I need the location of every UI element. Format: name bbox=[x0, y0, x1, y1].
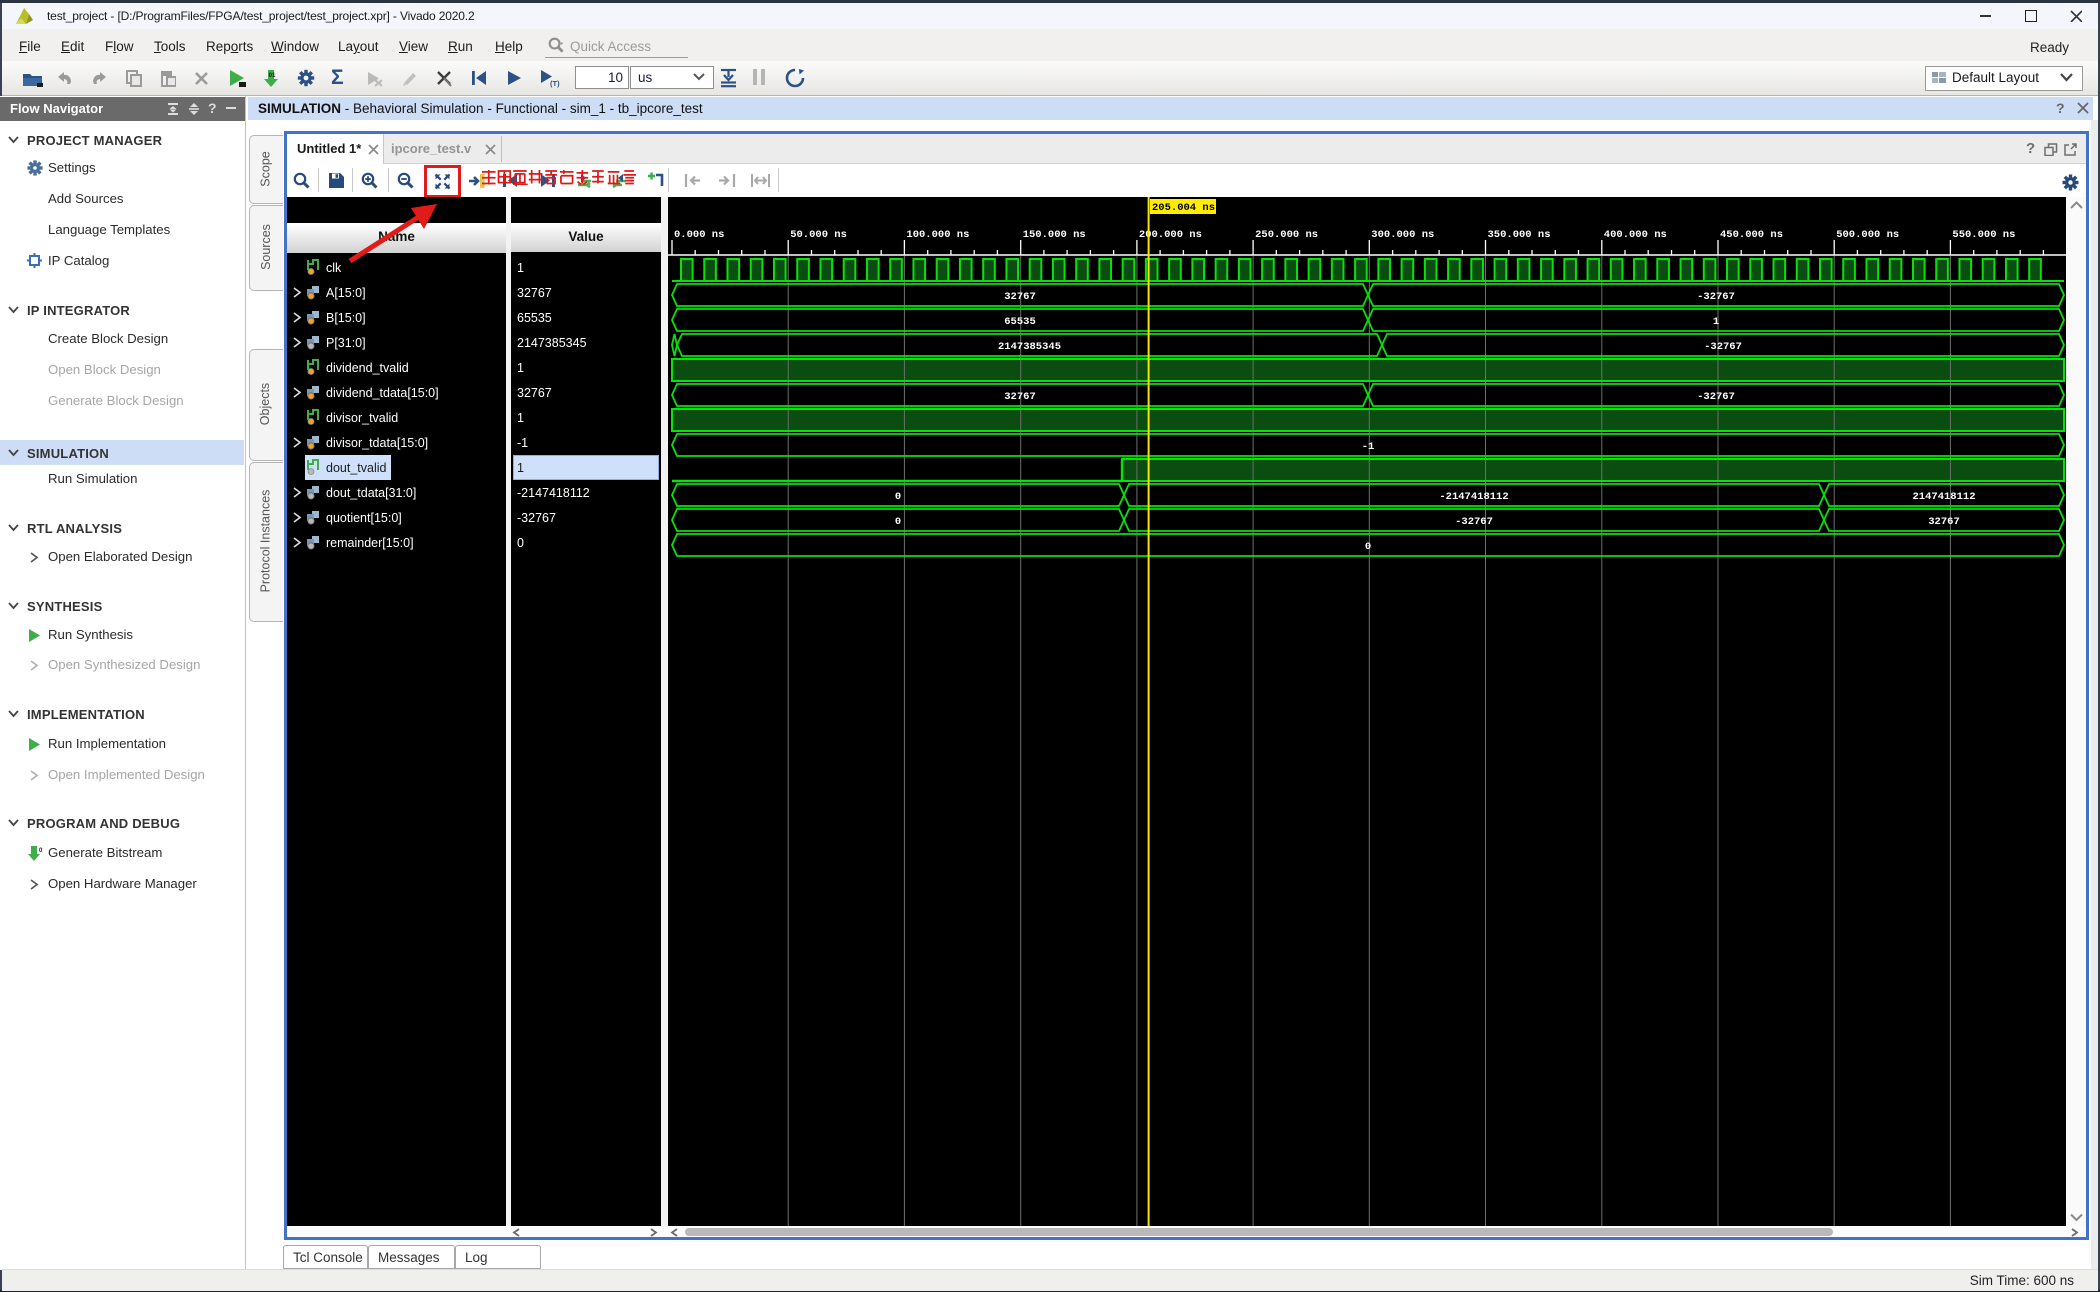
svg-text:32767: 32767 bbox=[1004, 291, 1036, 303]
svg-text:150.000 ns: 150.000 ns bbox=[1023, 229, 1086, 241]
svg-text:0: 0 bbox=[895, 491, 901, 503]
svg-text:400.000 ns: 400.000 ns bbox=[1604, 229, 1667, 241]
svg-text:2147418112: 2147418112 bbox=[1912, 491, 1975, 503]
svg-text:-32767: -32767 bbox=[1697, 391, 1735, 403]
svg-text:(T): (T) bbox=[550, 79, 560, 88]
svg-text:450.000 ns: 450.000 ns bbox=[1720, 229, 1783, 241]
svg-text:-2147418112: -2147418112 bbox=[1439, 491, 1508, 503]
svg-text:65535: 65535 bbox=[1004, 316, 1036, 328]
svg-text:0: 0 bbox=[1365, 541, 1371, 553]
svg-text:32767: 32767 bbox=[1928, 516, 1960, 528]
svg-text:500.000 ns: 500.000 ns bbox=[1836, 229, 1899, 241]
svg-text:300.000 ns: 300.000 ns bbox=[1371, 229, 1434, 241]
svg-text:32767: 32767 bbox=[1004, 391, 1036, 403]
svg-text:550.000 ns: 550.000 ns bbox=[1952, 229, 2015, 241]
svg-text:50.000 ns: 50.000 ns bbox=[790, 229, 847, 241]
svg-text:205.004 ns: 205.004 ns bbox=[1152, 202, 1215, 214]
svg-text:0.000 ns: 0.000 ns bbox=[674, 229, 724, 241]
svg-text:100.000 ns: 100.000 ns bbox=[906, 229, 969, 241]
svg-text:01: 01 bbox=[269, 73, 276, 79]
svg-text:-1: -1 bbox=[1362, 441, 1375, 453]
svg-text:01: 01 bbox=[39, 848, 43, 854]
svg-text:2147385345: 2147385345 bbox=[998, 341, 1061, 353]
svg-text:1: 1 bbox=[1713, 316, 1719, 328]
svg-text:250.000 ns: 250.000 ns bbox=[1255, 229, 1318, 241]
svg-text:350.000 ns: 350.000 ns bbox=[1488, 229, 1551, 241]
svg-text:-32767: -32767 bbox=[1455, 516, 1493, 528]
svg-text:-32767: -32767 bbox=[1697, 291, 1735, 303]
svg-text:0: 0 bbox=[895, 516, 901, 528]
svg-text:-32767: -32767 bbox=[1704, 341, 1742, 353]
